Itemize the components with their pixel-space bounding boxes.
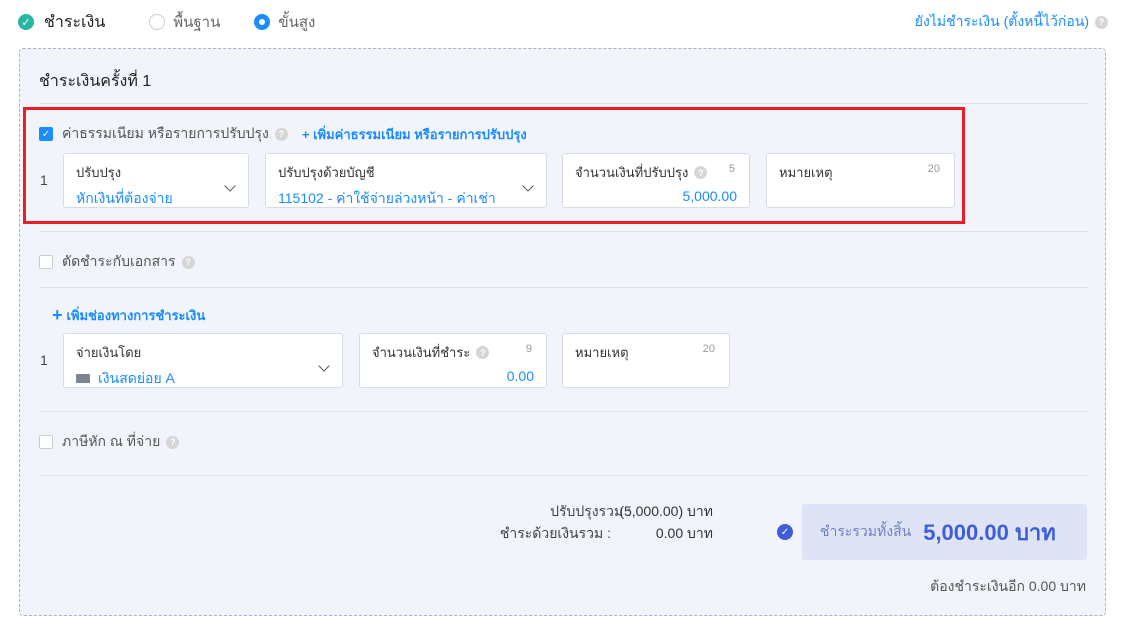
- highlight-box: [23, 107, 965, 224]
- divider: [39, 411, 1087, 412]
- pay-amount-value[interactable]: 0.00: [372, 368, 534, 384]
- remaining-amount: ต้องชำระเงินอีก 0.00 บาท: [930, 578, 1086, 594]
- add-payment-channel-link[interactable]: + เพิ่มช่องทางการชำระเงิน: [52, 305, 205, 326]
- check-circle-icon: ✓: [18, 14, 34, 30]
- pay-amount-input[interactable]: จำนวนเงินที่ชำระ ? 9 0.00: [359, 333, 547, 388]
- char-count: 9: [525, 343, 532, 355]
- field-label: จ่ายเงินโดย: [76, 345, 142, 360]
- radio-basic-label: พื้นฐาน: [173, 14, 221, 31]
- adjust-total-value: (5,000.00) บาท: [619, 503, 713, 519]
- unpaid-link-label[interactable]: ยังไม่ชำระเงิน (ตั้งหนี้ไว้ก่อน): [915, 11, 1089, 33]
- divider: [39, 475, 1087, 476]
- radio-selected-icon[interactable]: [254, 14, 271, 30]
- help-icon[interactable]: ?: [1095, 15, 1108, 29]
- paid-total-value: 0.00 บาท: [655, 525, 713, 541]
- payment-label: ชำระเงิน: [44, 13, 106, 31]
- unpaid-link[interactable]: ยังไม่ชำระเงิน (ตั้งหนี้ไว้ก่อน) ?: [915, 11, 1108, 33]
- settle-doc-label: ตัดชำระกับเอกสาร: [62, 253, 176, 269]
- divider: [39, 231, 1087, 232]
- help-icon[interactable]: ?: [166, 435, 180, 449]
- divider: [39, 287, 1087, 288]
- radio-advanced-label: ขั้นสูง: [278, 14, 316, 31]
- checkbox-icon[interactable]: [39, 255, 53, 269]
- checkbox-icon[interactable]: [39, 435, 53, 449]
- paid-total-label: ชำระด้วยเงินรวม :: [499, 525, 611, 541]
- radio-basic[interactable]: พื้นฐาน: [149, 10, 220, 34]
- radio-icon[interactable]: [149, 14, 166, 30]
- char-count: 20: [702, 343, 715, 355]
- row-index: 1: [40, 352, 48, 368]
- grand-total-value: 5,000.00 บาท: [923, 519, 1056, 545]
- pay-by-select[interactable]: จ่ายเงินโดย เงินสดย่อย A: [63, 333, 343, 388]
- radio-advanced[interactable]: ขั้นสูง: [254, 10, 315, 34]
- payment-mode-bar: ✓ ชำระเงิน พื้นฐาน ขั้นสูง ยังไม่ชำระเงิ…: [18, 8, 1108, 36]
- help-icon[interactable]: ?: [476, 346, 490, 359]
- grand-total-box: ชำระรวมทั้งสิ้น 5,000.00 บาท: [802, 504, 1087, 560]
- settle-doc-checkbox-row[interactable]: ตัดชำระกับเอกสาร ?: [39, 251, 195, 273]
- divider: [39, 103, 1087, 104]
- help-icon[interactable]: ?: [181, 255, 195, 269]
- cash-icon: [76, 373, 90, 383]
- check-circle-icon: ✓: [777, 524, 793, 540]
- plus-icon[interactable]: +: [52, 305, 63, 326]
- panel-title: ชำระเงินครั้งที่ 1: [39, 73, 152, 90]
- add-payment-label[interactable]: เพิ่มช่องทางการชำระเงิน: [67, 305, 206, 326]
- grand-total-label: ชำระรวมทั้งสิ้น: [820, 523, 912, 539]
- withholding-label: ภาษีหัก ณ ที่จ่าย: [62, 433, 161, 449]
- pay-note-input[interactable]: หมายเหตุ 20: [562, 333, 730, 388]
- pay-by-text: เงินสดย่อย A: [98, 370, 175, 386]
- pay-amount-label: จำนวนเงินที่ชำระ: [372, 345, 471, 360]
- field-label: จำนวนเงินที่ชำระ ?: [372, 342, 534, 363]
- withholding-checkbox-row[interactable]: ภาษีหัก ณ ที่จ่าย ?: [39, 431, 180, 453]
- field-label: หมายเหตุ: [575, 345, 629, 360]
- pay-by-value[interactable]: เงินสดย่อย A: [76, 368, 330, 390]
